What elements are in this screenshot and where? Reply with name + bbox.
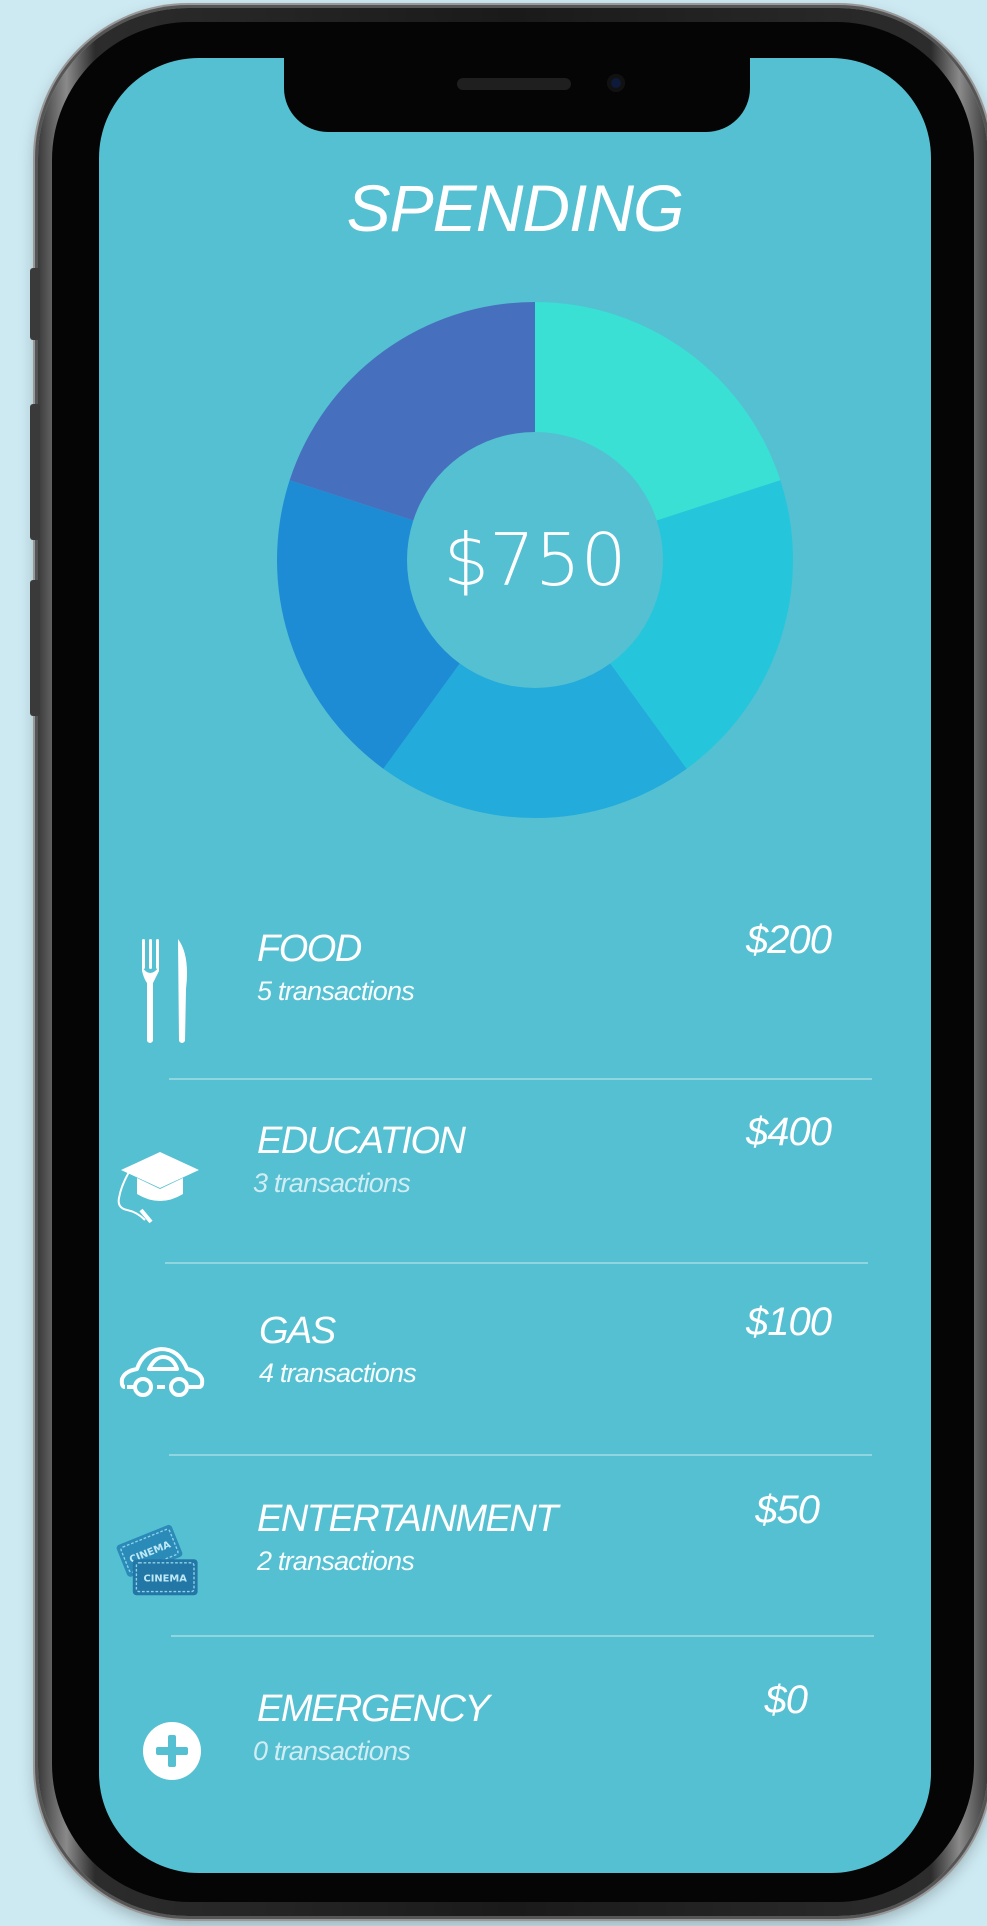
category-row-entertainment[interactable]: CINEMA CINEMA ENTERTAINMENT 2 transactio… (99, 1488, 931, 1618)
category-transactions: 0 transactions (253, 1736, 411, 1766)
category-amount: $400 (746, 1110, 832, 1154)
camera-icon (607, 74, 625, 92)
category-name: ENTERTAINMENT (257, 1498, 559, 1540)
total-spending: $750 (443, 518, 627, 602)
svg-text:CINEMA: CINEMA (143, 1574, 187, 1585)
car-icon (117, 1318, 207, 1428)
volume-down-button (30, 580, 40, 716)
divider (169, 1454, 872, 1456)
fork-knife-icon (123, 936, 213, 1046)
page-title: SPENDING (346, 171, 685, 245)
category-row-gas[interactable]: GAS 4 transactions $100 (99, 1300, 931, 1430)
category-transactions: 5 transactions (257, 976, 415, 1006)
category-transactions: 4 transactions (259, 1358, 417, 1388)
category-amount: $200 (746, 918, 832, 962)
cinema-tickets-icon: CINEMA CINEMA (113, 1506, 203, 1616)
speaker-grille (457, 78, 571, 90)
notch (284, 58, 750, 132)
volume-up-button (30, 404, 40, 540)
category-amount: $100 (746, 1300, 832, 1344)
plus-circle-icon (127, 1696, 217, 1806)
graduation-cap-icon (115, 1128, 205, 1238)
category-transactions: 3 transactions (253, 1168, 411, 1198)
category-transactions: 2 transactions (257, 1546, 415, 1576)
app-screen: SPENDING $750 FOOD 5 transactions $200 E… (99, 58, 931, 1873)
category-row-education[interactable]: EDUCATION 3 transactions $400 (99, 1110, 931, 1240)
category-name: GAS (259, 1310, 336, 1352)
silent-switch (30, 268, 40, 340)
category-name: EMERGENCY (257, 1688, 490, 1730)
divider (169, 1078, 872, 1080)
category-amount: $0 (764, 1678, 808, 1722)
category-row-emergency[interactable]: EMERGENCY 0 transactions $0 (99, 1678, 931, 1808)
divider (165, 1262, 868, 1264)
category-amount: $50 (755, 1488, 820, 1532)
category-name: EDUCATION (257, 1120, 466, 1162)
divider (171, 1635, 874, 1637)
category-name: FOOD (257, 928, 362, 970)
category-row-food[interactable]: FOOD 5 transactions $200 (99, 918, 931, 1048)
